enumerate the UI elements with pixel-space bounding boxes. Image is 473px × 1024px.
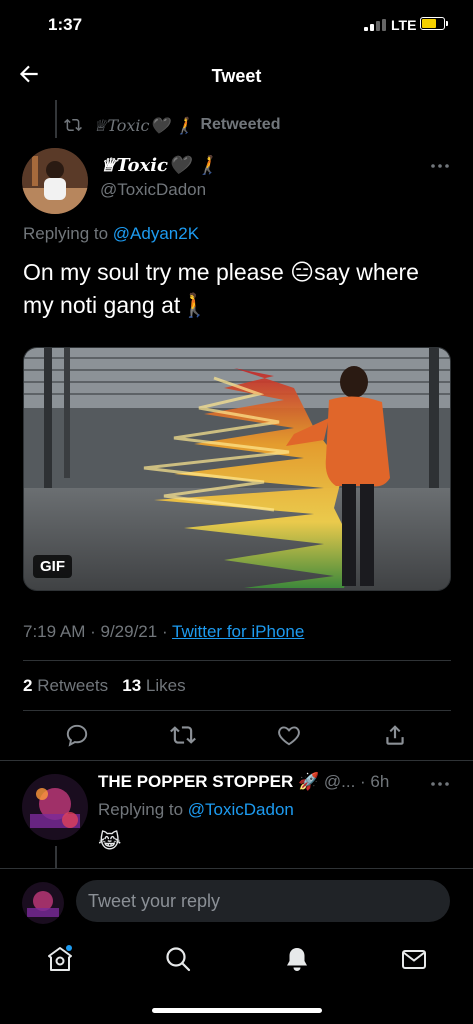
home-icon[interactable] [45, 944, 75, 974]
status-bar: 1:37 LTE [0, 0, 473, 50]
divider [23, 660, 451, 661]
tweet-text: On my soul try me please 😑say where my n… [23, 259, 419, 318]
reply-icon[interactable] [64, 722, 90, 748]
reply-replying-to-handle-link[interactable]: @ToxicDadon [188, 800, 294, 819]
reply-more-options-icon[interactable] [429, 776, 451, 792]
tweet-timestamp: 7:19 AM · 9/29/21 · Twitter for iPhone [23, 622, 305, 641]
retweet-action-icon[interactable] [170, 722, 196, 748]
tweet-action-bar [0, 722, 473, 752]
reply-input[interactable] [76, 880, 450, 922]
retweets-label: Retweets [37, 676, 109, 695]
battery-nub [446, 21, 448, 26]
network-label: LTE [391, 17, 417, 33]
reply-text: 😹 [98, 831, 122, 853]
tweet-stats: 2 Retweets 13 Likes [23, 676, 186, 696]
gif-preview-image [24, 348, 450, 590]
retweeted-label: Retweeted [200, 116, 281, 133]
retweet-icon [64, 118, 82, 132]
likes-stat[interactable]: 13 Likes [122, 676, 185, 695]
thread-line [55, 100, 57, 138]
search-icon[interactable] [163, 944, 193, 974]
current-user-avatar[interactable] [22, 882, 64, 924]
divider [23, 710, 451, 711]
gif-badge: GIF [33, 555, 72, 578]
status-time: 1:37 [48, 15, 83, 34]
reply-thread-line [55, 846, 57, 870]
reply-replying-to: Replying to @ToxicDadon [98, 800, 294, 820]
reply-composer [0, 868, 473, 934]
signal-icon [364, 19, 386, 31]
reply-author-avatar[interactable] [22, 774, 88, 840]
tweet-time: 7:19 AM [23, 622, 86, 641]
replying-prefix: Replying to [23, 224, 113, 243]
retweets-stat[interactable]: 2 Retweets [23, 676, 108, 695]
tweet-date: 9/29/21 [100, 622, 158, 641]
replying-to-handle-link[interactable]: @Adyan2K [113, 224, 199, 243]
reply-author-handle: @... [323, 772, 356, 791]
notifications-icon[interactable] [282, 944, 312, 974]
tweet-source-link[interactable]: Twitter for iPhone [172, 622, 304, 641]
author-handle: @ToxicDadon [100, 180, 207, 199]
replying-to: Replying to @Adyan2K [23, 224, 199, 244]
author-display-name: ♕Toxic🖤 🚶 [100, 155, 220, 176]
retweets-count: 2 [23, 676, 33, 695]
reply-header[interactable]: THE POPPER STOPPER 🚀 @... · 6h [98, 772, 389, 792]
retweet-context[interactable]: ♕Toxic🖤 🚶 Retweeted [63, 114, 280, 136]
likes-count: 13 [122, 676, 142, 695]
more-options-icon[interactable] [429, 158, 451, 174]
likes-label: Likes [145, 676, 186, 695]
divider [0, 760, 473, 761]
reply-time: 6h [370, 772, 390, 791]
tweet-media-gif[interactable]: GIF [23, 347, 451, 591]
retweeter-name: ♕Toxic🖤 🚶 [93, 115, 195, 135]
reply-replying-prefix: Replying to [98, 800, 188, 819]
home-indicator[interactable] [152, 1008, 322, 1013]
share-icon[interactable] [382, 722, 408, 748]
like-icon[interactable] [276, 722, 302, 748]
author-avatar[interactable] [22, 148, 88, 214]
reply-author-name: THE POPPER STOPPER 🚀 [98, 772, 320, 791]
header: Tweet [0, 55, 473, 99]
messages-icon[interactable] [399, 944, 429, 974]
page-title: Tweet [211, 66, 262, 86]
battery-icon [420, 17, 445, 30]
author-info[interactable]: ♕Toxic🖤 🚶 @ToxicDadon [100, 155, 219, 200]
